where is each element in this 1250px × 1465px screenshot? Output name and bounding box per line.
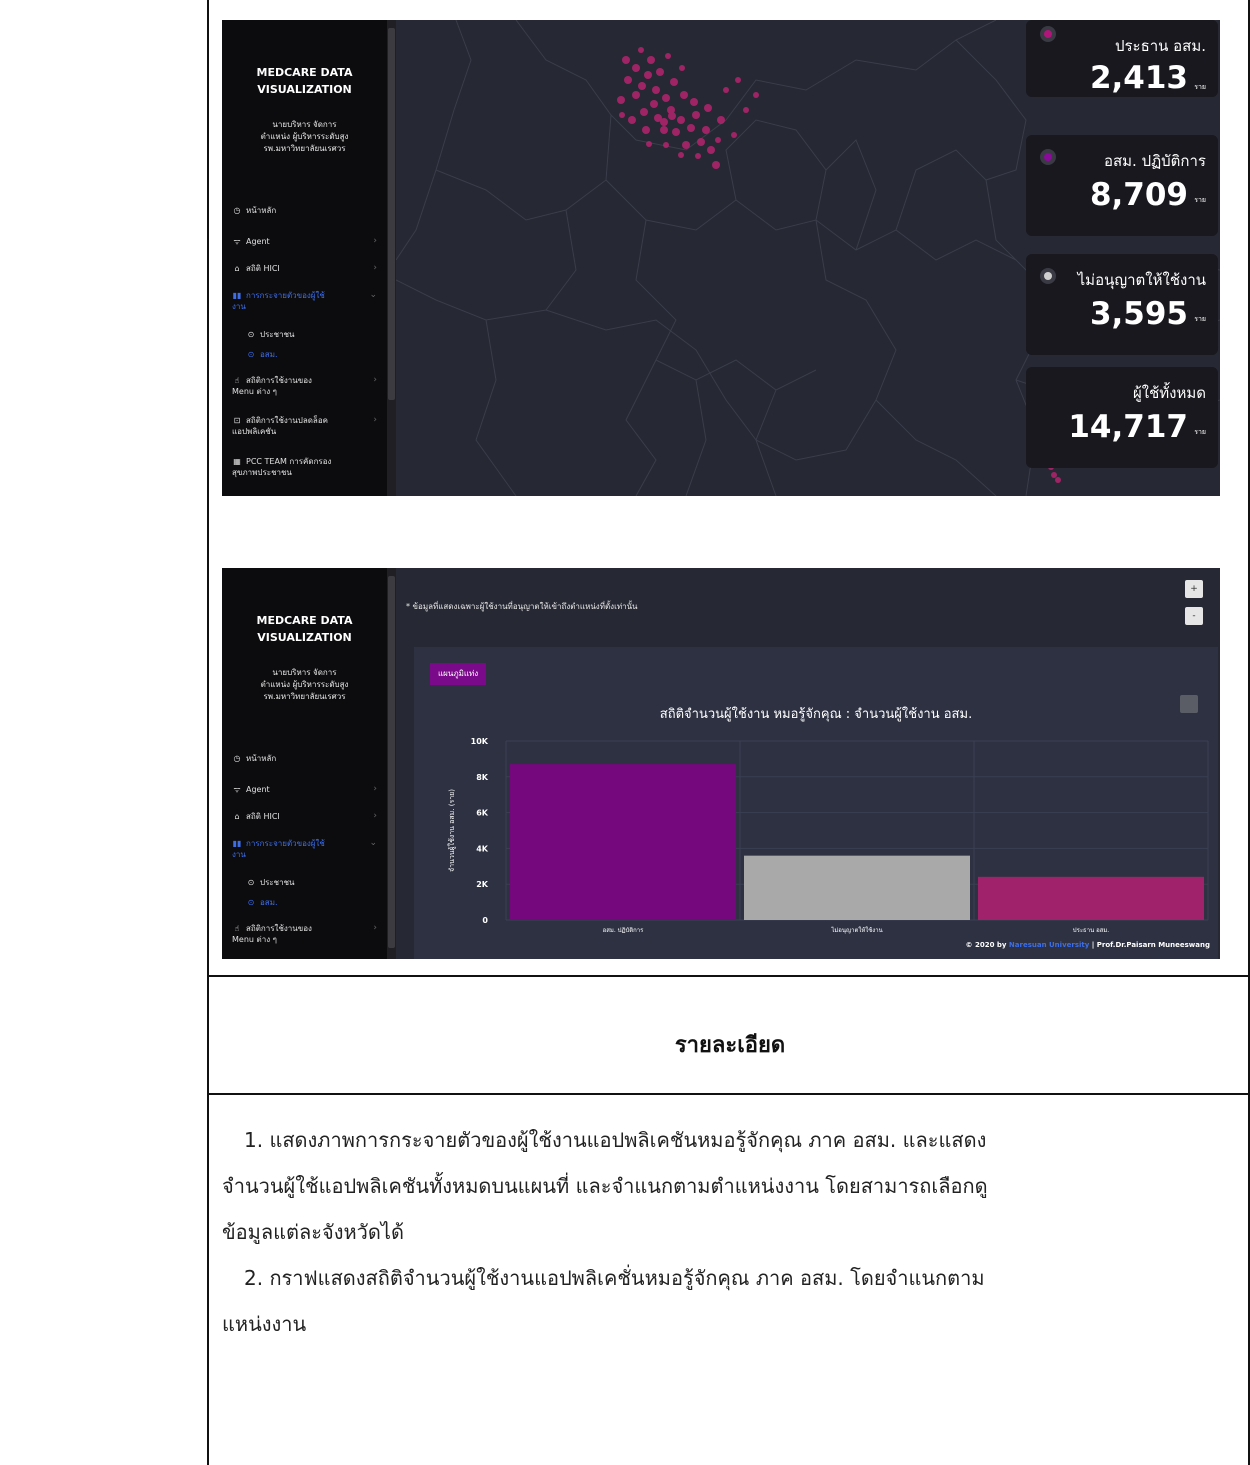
nav-pcc-team[interactable]: ▦ PCC TEAM การคัดกรอง สุขภาพประชาชน: [232, 456, 379, 478]
x-tick-label: อสม. ปฏิบัติการ: [603, 927, 645, 934]
house-icon: ⌂: [234, 812, 240, 821]
map-screenshot: MEDCARE DATA VISUALIZATION นายบริหาร จัดก…: [222, 20, 1220, 496]
stat-value: 8,709: [1089, 177, 1188, 213]
legend-dot-icon: [1040, 26, 1056, 42]
circle-dot-icon: ⊙: [247, 350, 255, 359]
zoom-out-button[interactable]: -: [1185, 607, 1203, 625]
stat-label: ไม่อนุญาตให้ใช้งาน: [1077, 271, 1206, 289]
chevron-right-icon: ›: [373, 784, 377, 794]
stat-card-not-allowed: ไม่อนุญาตให้ใช้งาน 3,595 ราย: [1026, 254, 1218, 355]
bar: [978, 876, 1204, 920]
circle-dot-icon: ⊙: [247, 878, 255, 887]
stat-label: อสม. ปฏิบัติการ: [1103, 152, 1206, 170]
x-tick-label: ประธาน อสม.: [1073, 927, 1110, 934]
scrollbar-thumb[interactable]: [388, 576, 395, 948]
stat-value: 2,413: [1089, 60, 1188, 96]
nav-osm[interactable]: ⊙ อสม.: [246, 897, 379, 908]
nav-unlock-stats[interactable]: ⊡ สถิติการใช้งานปลดล็อค แอปพลิเคชัน ›: [232, 415, 379, 437]
chevron-right-icon: ›: [373, 811, 377, 821]
footer-credit: © 2020 by Naresuan University | Prof.Dr.…: [965, 941, 1210, 949]
y-tick-label: 2K: [476, 880, 489, 889]
chevron-down-icon: ⌄: [369, 838, 377, 848]
nav-distribution[interactable]: ▮▮ การกระจายตัวของผู้ใช้ งาน ⌄: [232, 838, 379, 860]
detail-paragraph-1: 1. แสดงภาพการกระจายตัวของผู้ใช้งานแอปพลิ…: [222, 1128, 988, 1244]
legend-dot-icon: [1040, 149, 1056, 165]
home-icon: ◷: [233, 206, 241, 215]
sidebar: MEDCARE DATA VISUALIZATION นายบริหาร จัดก…: [222, 20, 396, 496]
stat-card-osm-president: ประธาน อสม. 2,413 ราย: [1026, 20, 1218, 97]
hand-pointer-icon: ☝: [234, 376, 240, 385]
nav-menu-stats[interactable]: ☝ สถิติการใช้งานของ Menu ต่าง ๆ ›: [232, 923, 379, 945]
stat-label: ผู้ใช้ทั้งหมด: [1132, 384, 1206, 402]
nav-hici[interactable]: ⌂ สถิติ HICI ›: [232, 263, 379, 274]
nav-home[interactable]: ◷ หน้าหลัก: [232, 753, 379, 764]
chevron-down-icon: ⌄: [369, 290, 377, 300]
stat-unit: ราย: [1194, 315, 1206, 323]
table-divider: [207, 1093, 1250, 1095]
nav-agent[interactable]: ᯤ Agent ›: [232, 236, 379, 247]
y-tick-label: 8K: [476, 773, 489, 782]
table-divider: [207, 975, 1250, 977]
scrollbar-thumb[interactable]: [388, 28, 395, 400]
table-divider: [207, 0, 209, 1465]
user-info: นายบริหาร จัดการ ตำแหน่ง ผู้บริหารระดับสู…: [260, 668, 349, 701]
footer-link[interactable]: Naresuan University: [1009, 941, 1089, 949]
stat-label: ประธาน อสม.: [1114, 37, 1206, 55]
circle-dot-icon: ⊙: [247, 898, 255, 907]
bar: [510, 764, 736, 920]
rss-icon: ᯤ: [233, 237, 241, 246]
stat-unit: ราย: [1194, 428, 1206, 436]
nav-osm[interactable]: ⊙ อสม.: [246, 349, 379, 360]
sidebar: MEDCARE DATA VISUALIZATION นายบริหาร จัดก…: [222, 568, 396, 959]
x-tick-label: ไม่อนุญาตให้ใช้งาน: [830, 926, 882, 934]
detail-heading: รายละเอียด: [674, 1033, 786, 1058]
y-tick-label: 10K: [471, 737, 489, 746]
y-tick-label: 4K: [476, 844, 489, 853]
stat-value: 3,595: [1089, 296, 1188, 332]
chevron-right-icon: ›: [373, 236, 377, 246]
map-icon: ▮▮: [232, 291, 242, 300]
nav-home[interactable]: ◷ หน้าหลัก: [232, 205, 379, 216]
chevron-right-icon: ›: [373, 415, 377, 425]
nav-hici[interactable]: ⌂ สถิติ HICI ›: [232, 811, 379, 822]
circle-dot-icon: ⊙: [247, 330, 255, 339]
qr-icon: ▦: [233, 457, 241, 466]
y-tick-label: 0: [482, 916, 488, 925]
chart-screenshot: MEDCARE DATA VISUALIZATION นายบริหาร จัดก…: [222, 568, 1220, 959]
nav-distribution[interactable]: ▮▮ การกระจายตัวของผู้ใช้ งาน ⌄: [232, 290, 379, 312]
nav-agent[interactable]: ᯤ Agent ›: [232, 784, 379, 795]
map-icon: ▮▮: [232, 839, 242, 848]
stat-card-total-users: ผู้ใช้ทั้งหมด 14,717 ราย: [1026, 367, 1218, 468]
stat-unit: ราย: [1194, 83, 1206, 91]
house-icon: ⌂: [234, 264, 240, 273]
brand-title: MEDCARE DATA VISUALIZATION: [256, 614, 353, 644]
brand-title: MEDCARE DATA VISUALIZATION: [256, 66, 353, 96]
chevron-right-icon: ›: [373, 923, 377, 933]
stat-card-osm-operational: อสม. ปฏิบัติการ 8,709 ราย: [1026, 135, 1218, 236]
y-tick-label: 6K: [476, 809, 489, 818]
chart-page: * ข้อมูลที่แสดงเฉพาะผู้ใช้งานที่อนุญาตให…: [396, 568, 1220, 959]
y-axis-label: จำนวนผู้ใช้งาน อสม. (ราย): [447, 789, 456, 872]
location-note: * ข้อมูลที่แสดงเฉพาะผู้ใช้งานที่อนุญาตให…: [406, 602, 638, 611]
rss-icon: ᯤ: [233, 785, 241, 794]
detail-paragraph-2: 2. กราฟแสดงสถิติจำนวนผู้ใช้งานแอปพลิเคชั…: [222, 1266, 985, 1336]
zoom-in-button[interactable]: +: [1185, 580, 1203, 598]
nav-menu-stats[interactable]: ☝ สถิติการใช้งานของ Menu ต่าง ๆ ›: [232, 375, 379, 397]
stat-unit: ราย: [1194, 196, 1206, 204]
nav-public[interactable]: ⊙ ประชาชน: [246, 329, 379, 340]
unlock-icon: ⊡: [233, 416, 241, 425]
chevron-right-icon: ›: [373, 263, 377, 273]
chevron-right-icon: ›: [373, 375, 377, 385]
nav-public[interactable]: ⊙ ประชาชน: [246, 877, 379, 888]
user-info: นายบริหาร จัดการ ตำแหน่ง ผู้บริหารระดับสู…: [260, 120, 349, 153]
legend-dot-icon: [1040, 268, 1056, 284]
chart-card: แผนภูมิแท่ง สถิติจำนวนผู้ใช้งาน หมอรู้จั…: [414, 647, 1218, 959]
home-icon: ◷: [233, 754, 241, 763]
stat-value: 14,717: [1068, 409, 1188, 445]
hand-pointer-icon: ☝: [234, 924, 240, 933]
bar: [744, 855, 970, 920]
bar-chart: 0 2K 4K 6K 8K 10K อสม. ปฏิบัติการ ไม่อนุญาตให้ใ…: [447, 737, 1209, 934]
